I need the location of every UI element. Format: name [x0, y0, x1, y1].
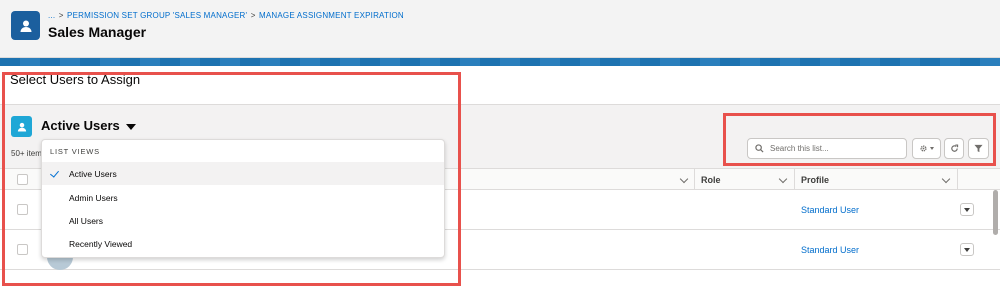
profile-link[interactable]: Standard User: [801, 245, 859, 255]
row-actions-button[interactable]: [960, 203, 974, 216]
user-icon: [11, 116, 32, 137]
profile-link[interactable]: Standard User: [801, 205, 859, 215]
breadcrumb: ... > PERMISSION SET GROUP 'SALES MANAGE…: [48, 11, 404, 20]
column-header-actions: [957, 169, 1000, 191]
chevron-down-icon[interactable]: [679, 174, 689, 184]
chevron-down-icon: [964, 247, 970, 252]
caret-down-icon: [125, 123, 136, 130]
search-field[interactable]: [747, 138, 907, 159]
permission-set-group-icon: [11, 11, 40, 40]
chevron-down-icon: [930, 147, 934, 150]
list-view-option-active-users[interactable]: Active Users: [42, 162, 444, 185]
row-checkbox[interactable]: [17, 204, 28, 215]
list-view-title: Active Users: [41, 118, 120, 133]
list-view-selector[interactable]: Active Users: [41, 118, 136, 133]
row-actions-button[interactable]: [960, 243, 974, 256]
select-all-checkbox[interactable]: [17, 174, 28, 185]
page-title: Sales Manager: [48, 24, 147, 40]
list-view-option-all-users[interactable]: All Users: [42, 209, 444, 232]
dropdown-heading: LIST VIEWS: [50, 147, 100, 156]
breadcrumb-permission-set-group[interactable]: PERMISSION SET GROUP 'SALES MANAGER': [67, 11, 247, 20]
list-view-controls-button[interactable]: [912, 138, 941, 159]
refresh-button[interactable]: [944, 138, 964, 159]
search-input[interactable]: [770, 144, 890, 153]
list-views-dropdown: LIST VIEWS Active Users Admin Users All …: [41, 139, 445, 258]
section-heading: Select Users to Assign: [10, 72, 141, 87]
column-header-profile[interactable]: Profile: [794, 169, 957, 191]
item-count: 50+ items: [11, 149, 41, 158]
breadcrumb-manage-assignment[interactable]: MANAGE ASSIGNMENT EXPIRATION: [259, 11, 404, 20]
chevron-down-icon[interactable]: [778, 174, 788, 184]
breadcrumb-separator: >: [58, 11, 64, 20]
page-header: ... > PERMISSION SET GROUP 'SALES MANAGE…: [0, 0, 1000, 58]
search-icon: [755, 144, 764, 153]
refresh-icon: [950, 144, 958, 152]
chevron-down-icon: [964, 207, 970, 212]
list-view-option-admin-users[interactable]: Admin Users: [42, 186, 444, 209]
column-header-role-label: Role: [701, 175, 721, 185]
list-view-option-recently-viewed[interactable]: Recently Viewed: [42, 232, 444, 255]
decorative-banner: [0, 58, 1000, 66]
checkmark-icon: [50, 168, 59, 178]
filter-button[interactable]: [968, 138, 989, 159]
gear-icon: [920, 145, 927, 152]
breadcrumb-separator: >: [250, 11, 256, 20]
column-header-role[interactable]: Role: [694, 169, 794, 191]
select-all-cell: [0, 169, 41, 191]
breadcrumb-ellipsis[interactable]: ...: [48, 11, 55, 20]
chevron-down-icon[interactable]: [941, 174, 951, 184]
scrollbar[interactable]: [993, 190, 998, 235]
row-checkbox[interactable]: [17, 244, 28, 255]
column-header-profile-label: Profile: [801, 175, 830, 185]
filter-icon: [974, 144, 983, 153]
